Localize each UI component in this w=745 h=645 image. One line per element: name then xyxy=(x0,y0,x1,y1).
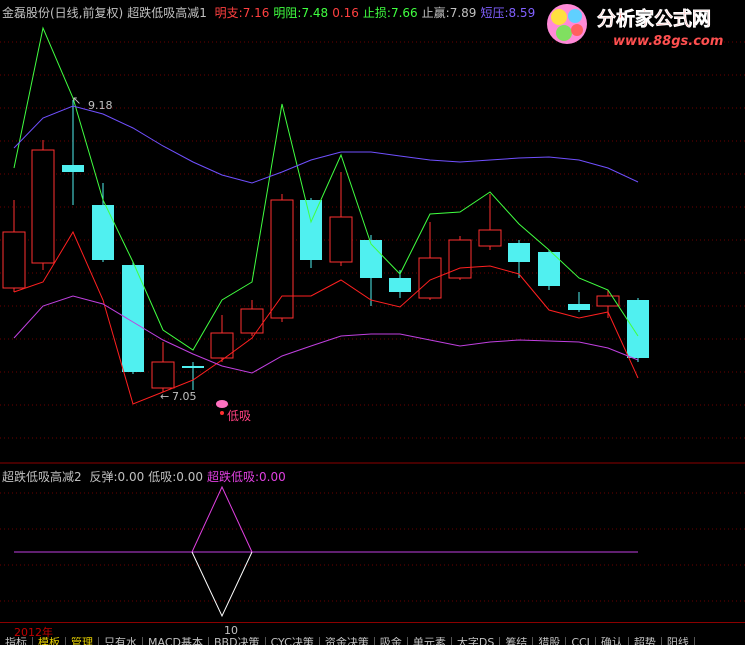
tab-16[interactable]: 阳线 xyxy=(662,637,695,645)
sub-indicator-name: 超跌低吸高减2 xyxy=(2,470,82,484)
tab-12[interactable]: 猎股 xyxy=(533,637,567,645)
tab-10[interactable]: 大字DS xyxy=(452,637,501,645)
candlesticks xyxy=(2,100,649,392)
signal-dot-icon xyxy=(220,411,224,415)
indicator-name: 超跌低吸高减1 xyxy=(127,6,207,20)
header-item: 短压:8.59 xyxy=(480,6,536,20)
tab-9[interactable]: 单元素 xyxy=(408,637,452,645)
tab-1[interactable]: 模板 xyxy=(33,637,66,645)
site-logo: 分析家公式网 www.88gs.com xyxy=(537,0,745,58)
tab-7[interactable]: 资金决策 xyxy=(320,637,375,645)
rebound-spike xyxy=(191,485,253,553)
lower-band-line xyxy=(13,295,639,374)
header-item: 明支:7.16 xyxy=(214,6,270,20)
tab-15[interactable]: 超势 xyxy=(629,637,662,645)
tab-0[interactable]: 指标 xyxy=(0,637,33,645)
header-item: 止损:7.66 xyxy=(362,6,418,20)
tab-8[interactable]: 吸金 xyxy=(375,637,408,645)
price-chart[interactable]: 9.18 ↖ 7.05 ← 低吸 xyxy=(0,0,745,465)
buy-spike xyxy=(191,551,253,618)
tab-4[interactable]: MACD基本 xyxy=(143,637,209,645)
high-arrow-icon: ↖ xyxy=(72,94,81,107)
tab-13[interactable]: CCI xyxy=(566,637,596,645)
sub-indicator-chart[interactable] xyxy=(0,463,745,623)
header-item: 超跌低吸:0.00 xyxy=(207,470,286,484)
tab-14[interactable]: 确认 xyxy=(596,637,629,645)
header-item: 明阻:7.48 xyxy=(273,6,329,20)
indicator-tab-bar[interactable]: 指标 模板 管理 只有水 MACD基本 BBD决策 CYC决策 资金决策 吸金 单元素 大字DS 筹结… xyxy=(0,637,745,645)
sub-header: 超跌低吸高减2 反弹:0.00 低吸:0.00 超跌低吸:0.00 xyxy=(2,470,294,484)
tab-5[interactable]: BBD决策 xyxy=(209,637,266,645)
time-axis: 2012年 10 xyxy=(0,622,745,639)
signal-label: 低吸 xyxy=(227,409,251,423)
header-item: 止赢:7.89 xyxy=(421,6,477,20)
stock-title: 金磊股份(日线,前复权) xyxy=(2,6,124,20)
high-price-label: 9.18 xyxy=(88,99,113,112)
tab-6[interactable]: CYC决策 xyxy=(266,637,320,645)
main-header: 金磊股份(日线,前复权) 超跌低吸高减1 明支:7.16 明阻:7.48 0.16 止损… xyxy=(2,6,543,20)
signal-gem-icon xyxy=(216,400,228,408)
sub-grid-lines xyxy=(0,492,745,602)
svg-text:www.88gs.com: www.88gs.com xyxy=(613,34,723,49)
header-item: 反弹:0.00 xyxy=(89,470,145,484)
month-label: 10 xyxy=(224,624,238,637)
tab-3[interactable]: 只有水 xyxy=(99,637,143,645)
svg-text:分析家公式网: 分析家公式网 xyxy=(597,7,711,30)
stock-chart-window: 9.18 ↖ 7.05 ← 低吸 金磊股份(日线,前复权) 超跌低吸高减1 明支:… xyxy=(0,0,745,645)
green-line xyxy=(13,26,639,351)
header-item: 0.16 xyxy=(332,6,359,20)
tab-11[interactable]: 筹结 xyxy=(500,637,534,645)
tab-2[interactable]: 管理 xyxy=(66,637,99,645)
low-price-label: 7.05 xyxy=(172,390,197,403)
low-arrow-icon: ← xyxy=(160,390,169,403)
header-item: 低吸:0.00 xyxy=(148,470,203,484)
upper-band-line xyxy=(13,105,639,184)
